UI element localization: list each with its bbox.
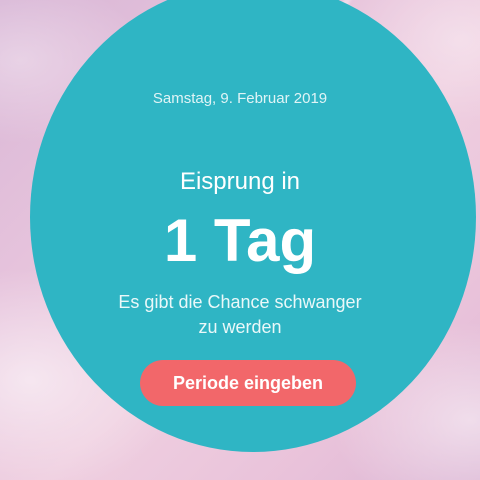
- current-date: Samstag, 9. Februar 2019: [152, 90, 328, 107]
- pregnancy-chance-line-1: Es gibt die Chance schwanger: [118, 292, 362, 312]
- pregnancy-chance-line-2: zu werden: [198, 317, 282, 337]
- ovulation-status-label: Eisprung in: [179, 168, 301, 195]
- enter-period-button[interactable]: Periode eingeben: [140, 360, 356, 406]
- pregnancy-chance-text: Es gibt die Chance schwanger zu werden: [0, 290, 480, 340]
- ovulation-countdown: 1 Tag: [163, 207, 317, 274]
